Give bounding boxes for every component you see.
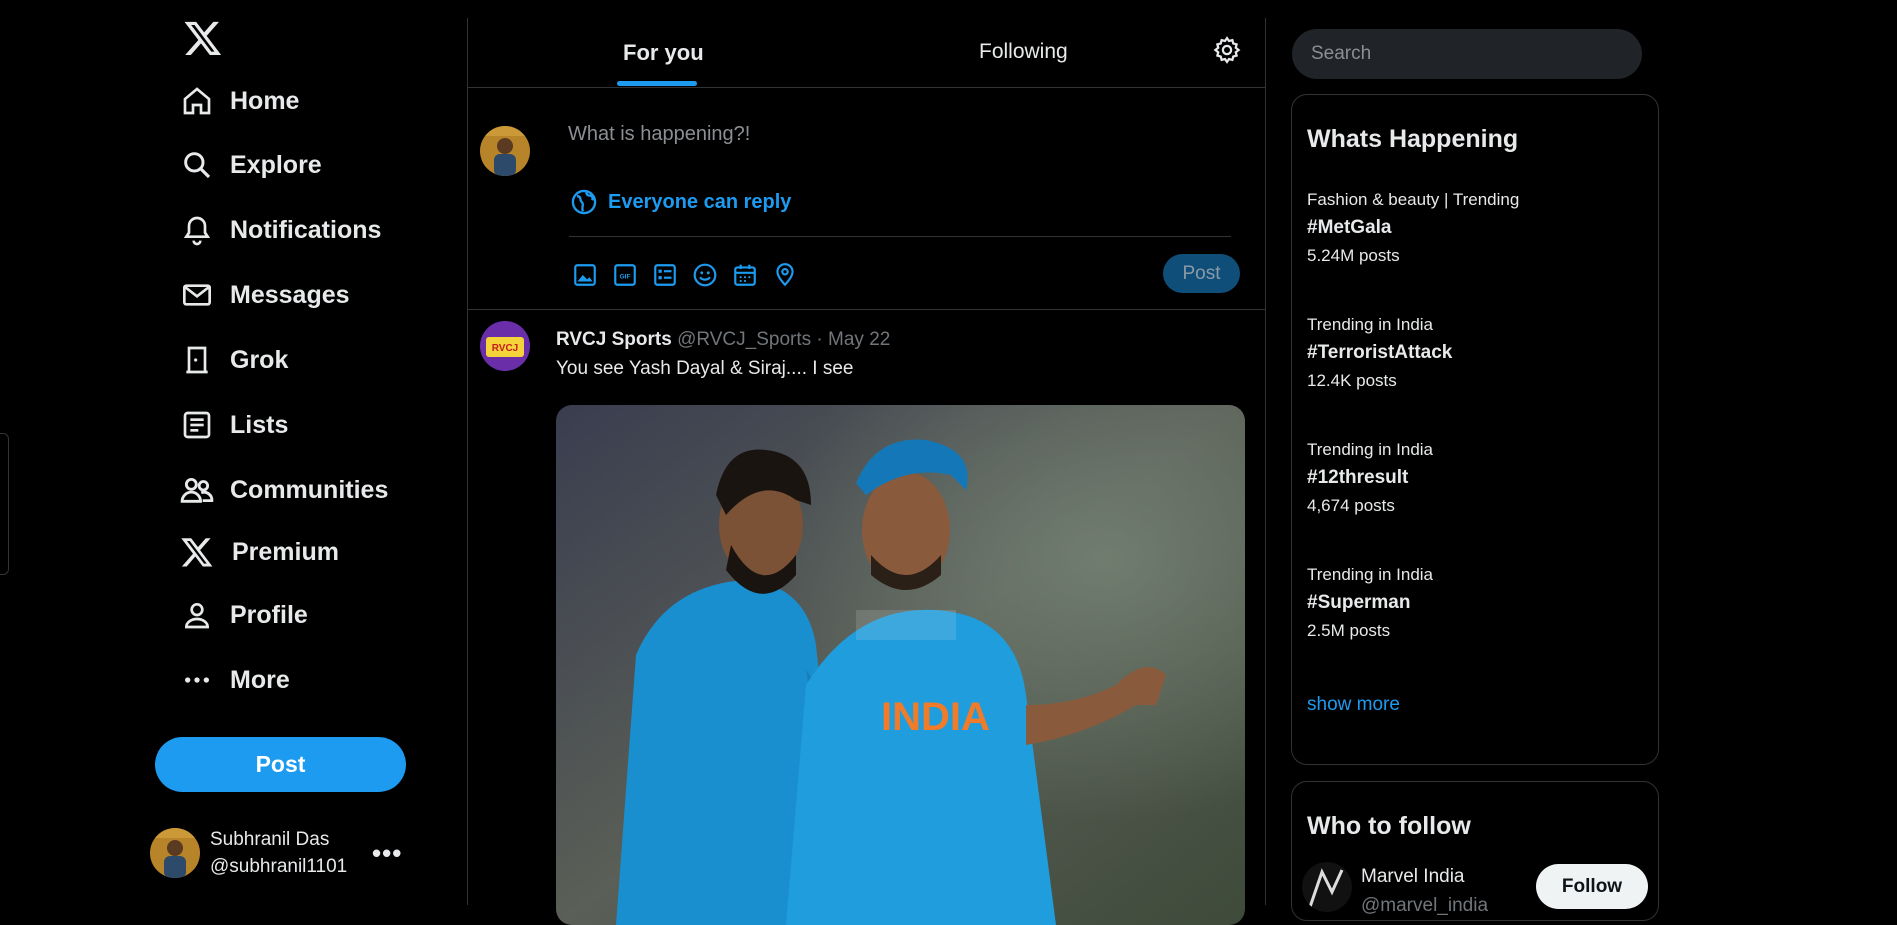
sidebar-item-grok[interactable]: Grok: [180, 336, 288, 384]
mail-icon: [180, 278, 214, 312]
sidebar-item-label: Grok: [230, 345, 289, 374]
tweet-handle[interactable]: @RVCJ_Sports: [677, 329, 811, 350]
tweet-author[interactable]: RVCJ Sports: [556, 329, 672, 350]
trend-item[interactable]: Trending in India #12thresult 4,674 post…: [1307, 436, 1433, 520]
trend-category: Trending in India: [1307, 565, 1434, 584]
sidebar-item-premium[interactable]: Premium: [180, 528, 339, 576]
account-name: Subhranil Das: [210, 829, 330, 850]
sidebar-item-communities[interactable]: Communities: [180, 466, 388, 514]
trend-count: 12.4K posts: [1307, 371, 1397, 390]
side-edge-tab[interactable]: [0, 433, 9, 575]
reply-setting-label: Everyone can reply: [608, 190, 792, 213]
more-dots-icon: [180, 663, 214, 697]
sidebar-item-more[interactable]: More: [180, 656, 290, 704]
gif-icon[interactable]: GIF: [610, 260, 640, 290]
trend-count: 4,674 posts: [1307, 496, 1395, 515]
search-input[interactable]: [1292, 29, 1642, 79]
trends-title: Whats Happening: [1307, 125, 1519, 153]
sidebar-item-label: More: [230, 665, 290, 694]
reply-setting-button[interactable]: Everyone can reply: [570, 188, 791, 216]
account-switcher[interactable]: Subhranil Das @subhranil1101 •••: [150, 818, 415, 888]
who-to-follow-panel: Who to follow Marvel India @marvel_india…: [1291, 781, 1659, 921]
sidebar-item-messages[interactable]: Messages: [180, 271, 350, 319]
active-tab-indicator: [617, 81, 697, 86]
trend-category: Trending in India: [1307, 315, 1434, 334]
emoji-icon[interactable]: [690, 260, 720, 290]
account-handle: @subhranil1101: [210, 856, 348, 877]
grok-icon: [180, 343, 214, 377]
sidebar-item-label: Messages: [230, 280, 350, 309]
trend-tag: #12thresult: [1307, 467, 1409, 488]
home-icon: [180, 84, 214, 118]
svg-text:GIF: GIF: [620, 273, 631, 280]
tweet-image[interactable]: INDIA: [556, 405, 1245, 925]
search-icon: [180, 148, 214, 182]
avatar: [480, 126, 530, 176]
tweet-separator: ·: [816, 329, 823, 350]
account-more-icon[interactable]: •••: [372, 838, 402, 869]
x-logo-icon[interactable]: [183, 18, 223, 58]
jersey-text: INDIA: [881, 695, 990, 739]
tweet-text: You see Yash Dayal & Siraj.... I see: [556, 358, 854, 379]
sidebar-item-label: Notifications: [230, 215, 382, 244]
list-icon: [180, 408, 214, 442]
tweet-composer: Everyone can reply GIF Post: [468, 88, 1265, 310]
communities-icon: [180, 473, 214, 507]
follow-handle: @marvel_india: [1361, 895, 1489, 916]
compose-input[interactable]: [568, 123, 1168, 146]
trend-tag: #TerroristAttack: [1307, 342, 1453, 363]
avatar: [150, 828, 200, 878]
tab-for-you[interactable]: For you: [623, 40, 704, 66]
trend-category: Fashion & beauty | Trending: [1307, 190, 1520, 209]
sidebar-item-profile[interactable]: Profile: [180, 591, 308, 639]
bell-icon: [180, 213, 214, 247]
sidebar-item-label: Premium: [232, 537, 339, 566]
who-to-follow-title: Who to follow: [1307, 812, 1471, 840]
sidebar-item-notifications[interactable]: Notifications: [180, 206, 381, 254]
trend-count: 2.5M posts: [1307, 621, 1391, 640]
tweet-header: RVCJ Sports @RVCJ_Sports · May 22: [556, 329, 890, 351]
svg-text:RVCJ: RVCJ: [492, 343, 519, 354]
sidebar-item-label: Profile: [230, 600, 308, 629]
trends-panel: Whats Happening Fashion & beauty | Trend…: [1291, 94, 1659, 765]
compose-post-button[interactable]: Post: [1163, 254, 1240, 293]
gear-icon[interactable]: [1212, 35, 1242, 65]
timeline-tabs: For you Following: [468, 18, 1265, 88]
sidebar-item-label: Lists: [230, 410, 289, 439]
trend-category: Trending in India: [1307, 440, 1434, 459]
trend-item[interactable]: Trending in India #Superman 2.5M posts: [1307, 561, 1433, 645]
x-logo-icon: [180, 535, 214, 569]
follow-name: Marvel India: [1361, 866, 1465, 887]
trend-tag: #MetGala: [1307, 217, 1392, 238]
globe-icon: [570, 188, 598, 216]
trend-item[interactable]: Fashion & beauty | Trending #MetGala 5.2…: [1307, 186, 1519, 270]
person-icon: [180, 598, 214, 632]
timeline-column: For you Following Everyone can reply GIF…: [467, 18, 1266, 925]
divider: [569, 236, 1231, 237]
sidebar-item-explore[interactable]: Explore: [180, 141, 322, 189]
avatar[interactable]: RVCJ: [480, 321, 530, 371]
sidebar-item-lists[interactable]: Lists: [180, 401, 288, 449]
show-more-link[interactable]: show more: [1307, 694, 1400, 716]
trend-item[interactable]: Trending in India #TerroristAttack 12.4K…: [1307, 311, 1452, 395]
location-icon[interactable]: [770, 260, 800, 290]
sidebar-item-label: Explore: [230, 150, 322, 179]
trend-count: 5.24M posts: [1307, 246, 1400, 265]
tab-following[interactable]: Following: [979, 40, 1068, 64]
follow-button[interactable]: Follow: [1536, 864, 1648, 909]
trend-tag: #Superman: [1307, 592, 1411, 613]
poll-icon[interactable]: [650, 260, 680, 290]
tweet-date[interactable]: May 22: [828, 329, 890, 350]
image-icon[interactable]: [570, 260, 600, 290]
tweet[interactable]: RVCJ RVCJ Sports @RVCJ_Sports · May 22 Y…: [468, 311, 1265, 925]
sidebar-item-home[interactable]: Home: [180, 77, 299, 125]
post-button[interactable]: Post: [155, 737, 406, 792]
schedule-icon[interactable]: [730, 260, 760, 290]
sidebar-item-label: Home: [230, 86, 300, 115]
sidebar-item-label: Communities: [230, 475, 389, 504]
